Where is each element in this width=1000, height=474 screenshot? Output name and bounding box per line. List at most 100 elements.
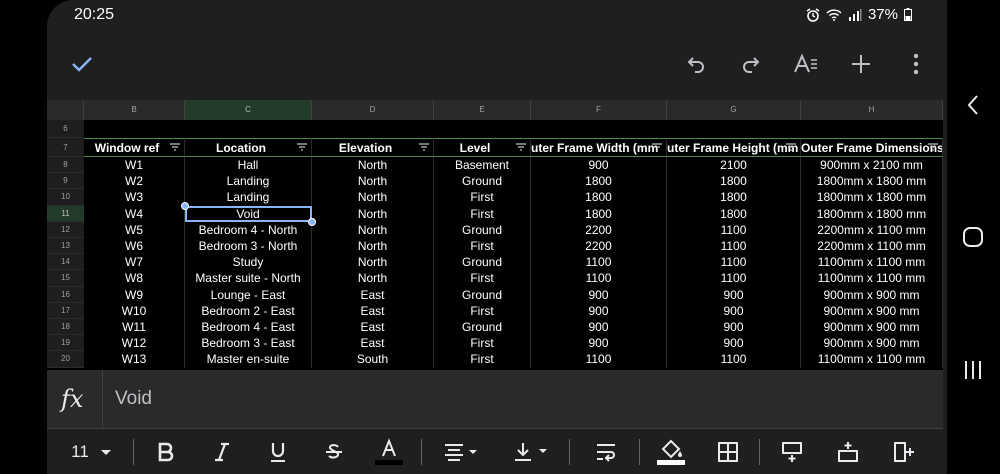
table-cell[interactable]: 900mm x 900 mm [801, 319, 943, 336]
bold-icon[interactable] [151, 437, 181, 467]
table-cell[interactable]: 900 [531, 319, 667, 336]
table-cell[interactable]: Hall [185, 157, 312, 174]
table-cell[interactable]: 1100 [531, 351, 667, 368]
table-header-cell[interactable]: Window ref [84, 138, 185, 157]
table-cell[interactable]: W7 [84, 254, 185, 271]
filter-icon[interactable] [419, 143, 429, 151]
table-cell[interactable]: First [434, 205, 531, 222]
table-cell[interactable]: 1800 [531, 173, 667, 190]
back-icon[interactable] [958, 90, 988, 120]
table-cell[interactable]: 1100 [667, 238, 801, 255]
column-header-d[interactable]: D [312, 100, 434, 120]
spreadsheet-grid[interactable]: BCDEFGH 6 7 8 9 10 11 12 13 14 15 16 17 18 19 20 Windo… [47, 100, 943, 370]
table-cell[interactable]: Bedroom 4 - North [185, 221, 312, 238]
table-cell[interactable]: First [434, 238, 531, 255]
row-header-20[interactable]: 20 [47, 351, 84, 368]
borders-icon[interactable] [713, 437, 743, 467]
table-cell[interactable]: 900 [531, 335, 667, 352]
row-header-6[interactable]: 6 [47, 120, 84, 138]
table-cell[interactable]: First [434, 189, 531, 206]
undo-icon[interactable] [680, 48, 712, 80]
more-icon[interactable] [900, 48, 932, 80]
table-cell[interactable]: 2200mm x 1100 mm [801, 238, 943, 255]
table-cell[interactable]: 1100mm x 1100 mm [801, 270, 943, 287]
table-cell[interactable]: Basement [434, 157, 531, 174]
table-cell[interactable]: Ground [434, 173, 531, 190]
table-cell[interactable]: 1100 [667, 254, 801, 271]
table-cell[interactable]: 2200 [531, 238, 667, 255]
table-cell[interactable]: North [312, 157, 434, 174]
table-cell[interactable]: Ground [434, 254, 531, 271]
table-cell[interactable]: Bedroom 2 - East [185, 302, 312, 319]
row-header-17[interactable]: 17 [47, 302, 84, 319]
table-cell[interactable]: 2200 [531, 221, 667, 238]
table-cell[interactable]: 900 [667, 286, 801, 303]
table-cell[interactable]: First [434, 302, 531, 319]
table-cell[interactable]: W12 [84, 335, 185, 352]
row-header-12[interactable]: 12 [47, 221, 84, 238]
table-cell[interactable]: 900 [531, 286, 667, 303]
table-cell[interactable]: 900 [667, 319, 801, 336]
table-cell[interactable]: W2 [84, 173, 185, 190]
table-cell[interactable]: 1100 [531, 254, 667, 271]
table-cell[interactable]: 900mm x 2100 mm [801, 157, 943, 174]
table-cell[interactable]: 1100mm x 1100 mm [801, 351, 943, 368]
table-cell[interactable]: 900 [531, 157, 667, 174]
table-cell[interactable]: 1800 [667, 205, 801, 222]
table-cell[interactable]: Bedroom 4 - East [185, 319, 312, 336]
table-cell[interactable]: 1100 [667, 270, 801, 287]
column-header-e[interactable]: E [434, 100, 531, 120]
selection-handle-top-left[interactable] [181, 201, 189, 210]
table-cell[interactable]: First [434, 335, 531, 352]
table-cell[interactable]: North [312, 238, 434, 255]
filter-icon[interactable] [652, 143, 662, 151]
insert-column-icon[interactable] [889, 437, 919, 467]
column-header-b[interactable]: B [84, 100, 185, 120]
table-cell[interactable]: East [312, 335, 434, 352]
table-cell[interactable]: 1100mm x 1100 mm [801, 254, 943, 271]
row-header-7[interactable]: 7 [47, 138, 84, 157]
table-cell[interactable]: 1800 [531, 205, 667, 222]
selection-handle-bottom-right[interactable] [308, 217, 316, 226]
table-cell[interactable]: North [312, 205, 434, 222]
table-cell[interactable]: 1100 [531, 270, 667, 287]
row-header-10[interactable]: 10 [47, 189, 84, 206]
insert-icon[interactable] [845, 48, 877, 80]
formula-input[interactable]: Void [115, 388, 152, 410]
row-header-15[interactable]: 15 [47, 270, 84, 287]
row-header-13[interactable]: 13 [47, 238, 84, 255]
table-cell[interactable]: W8 [84, 270, 185, 287]
table-cell[interactable]: Master en-suite [185, 351, 312, 368]
row-header-9[interactable]: 9 [47, 173, 84, 190]
row-header-19[interactable]: 19 [47, 335, 84, 352]
filter-icon[interactable] [928, 143, 938, 151]
table-cell[interactable]: Ground [434, 319, 531, 336]
table-cell[interactable]: North [312, 270, 434, 287]
fill-color-icon[interactable] [655, 437, 687, 467]
table-cell[interactable]: 2100 [667, 157, 801, 174]
filter-icon[interactable] [297, 143, 307, 151]
horizontal-align-icon[interactable] [441, 437, 481, 467]
table-cell[interactable]: North [312, 254, 434, 271]
column-header-h[interactable]: H [801, 100, 943, 120]
vertical-align-icon[interactable] [511, 437, 551, 467]
font-size-dropdown[interactable]: 11 [67, 437, 117, 467]
table-cell[interactable]: South [312, 351, 434, 368]
table-cell[interactable]: 900mm x 900 mm [801, 335, 943, 352]
selected-cell[interactable] [185, 205, 312, 222]
check-icon[interactable] [66, 48, 98, 80]
table-cell[interactable]: W10 [84, 302, 185, 319]
table-cell[interactable]: Bedroom 3 - East [185, 335, 312, 352]
table-cell[interactable]: First [434, 270, 531, 287]
text-color-icon[interactable] [373, 437, 405, 467]
table-header-cell[interactable]: uter Frame Height (mm [667, 138, 801, 157]
table-cell[interactable]: 1100 [667, 351, 801, 368]
table-cell[interactable]: East [312, 286, 434, 303]
table-cell[interactable]: Landing [185, 189, 312, 206]
table-cell[interactable]: W1 [84, 157, 185, 174]
column-header-f[interactable]: F [531, 100, 667, 120]
filter-icon[interactable] [516, 143, 526, 151]
underline-icon[interactable] [263, 437, 293, 467]
table-cell[interactable]: 1800 [667, 189, 801, 206]
row-header-8[interactable]: 8 [47, 157, 84, 174]
